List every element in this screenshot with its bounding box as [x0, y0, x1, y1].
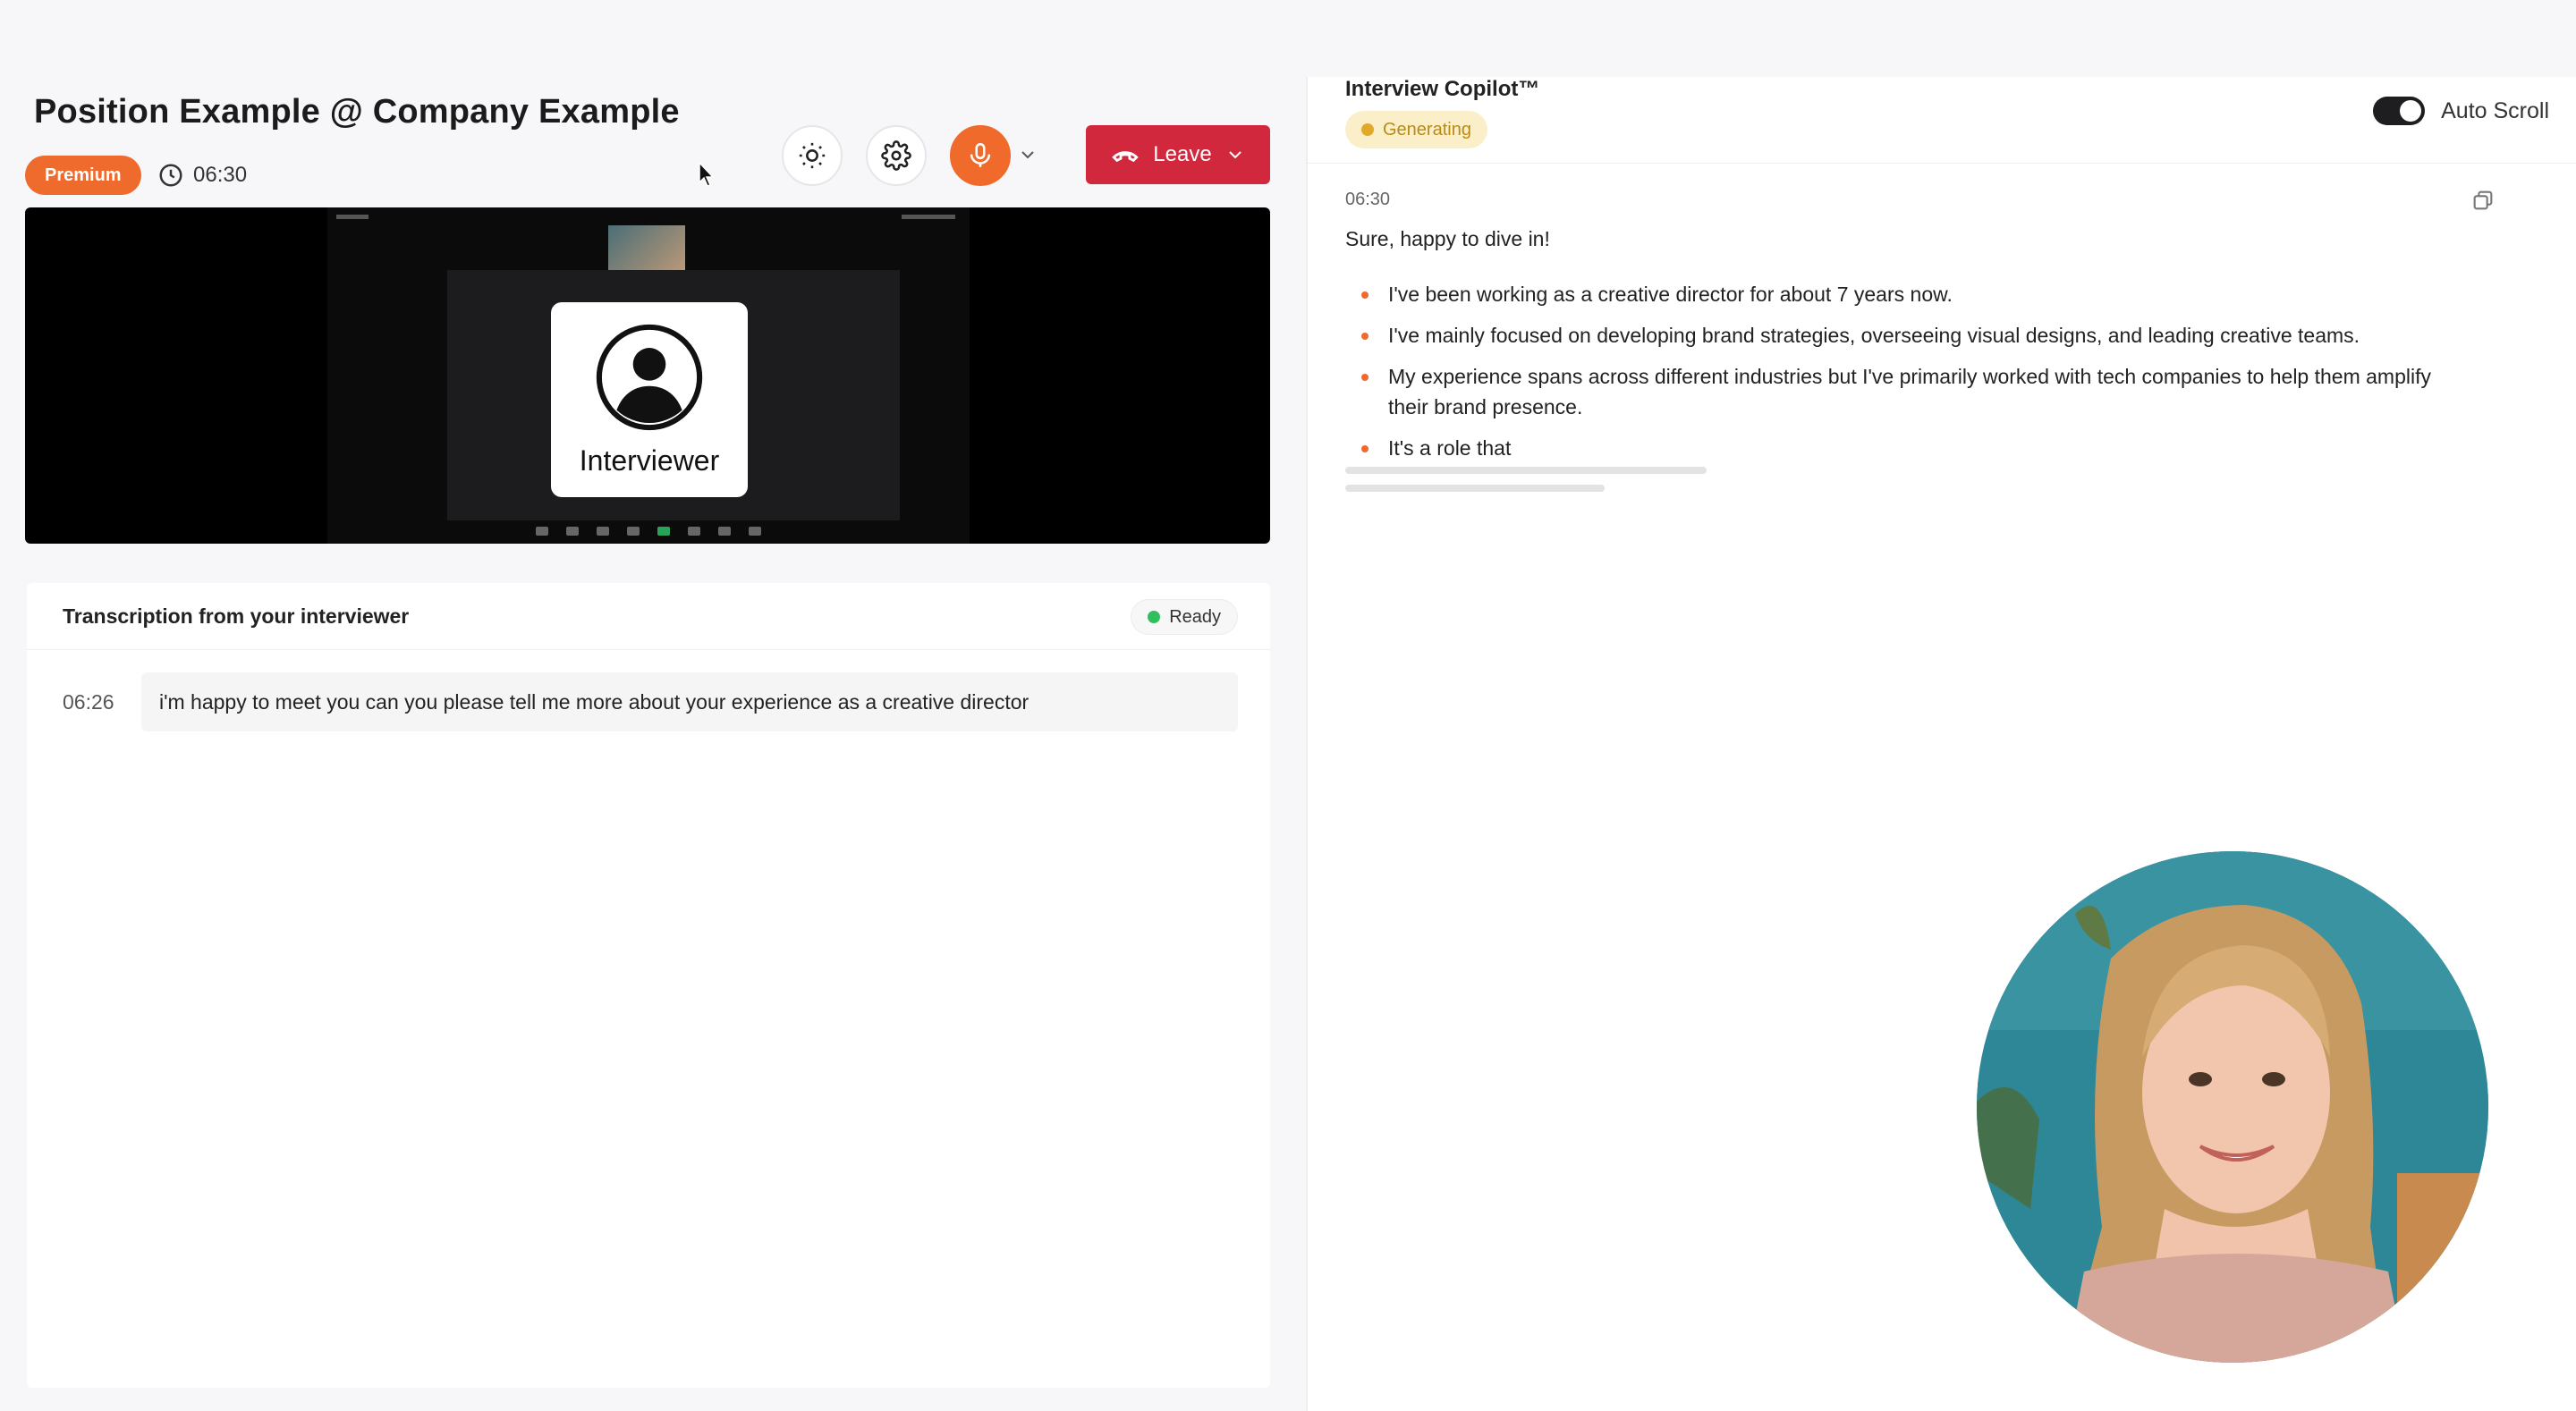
answer-time: 06:30	[1345, 190, 1391, 209]
microphone-icon	[970, 142, 991, 167]
leave-label: Leave	[1153, 142, 1212, 166]
loading-skeleton-line	[1345, 485, 1605, 492]
list-item: My experience spans across different ind…	[1345, 361, 2472, 422]
microphone-options-dropdown[interactable]	[1014, 141, 1041, 168]
auto-scroll-control[interactable]: Auto Scroll	[2373, 97, 2549, 125]
chevron-down-icon	[1228, 151, 1241, 159]
generating-badge: Generating	[1345, 111, 1487, 148]
webcam-preview	[1977, 851, 2488, 1363]
list-item: I've mainly focused on developing brand …	[1345, 320, 2472, 351]
reactions-icon	[718, 527, 731, 536]
status-badge: Ready	[1131, 599, 1238, 635]
share-screen-icon	[657, 527, 670, 536]
transcript-text: i'm happy to meet you can you please tel…	[141, 672, 1238, 731]
leave-button[interactable]: Leave	[1086, 125, 1270, 184]
copilot-title: Interview Copilot™	[1345, 77, 1540, 101]
interviewer-tile: Interviewer	[551, 302, 748, 497]
timer-value: 06:30	[193, 163, 248, 187]
answer-bullets: I've been working as a creative director…	[1345, 279, 2472, 474]
gear-icon	[881, 140, 911, 171]
chevron-down-icon	[1021, 151, 1034, 159]
interviewer-label: Interviewer	[579, 444, 720, 477]
page-title: Position Example @ Company Example	[34, 93, 680, 131]
video-icon	[566, 527, 579, 536]
mouse-cursor-icon	[699, 161, 715, 187]
transcript-entry: 06:26 i'm happy to meet you can you plea…	[63, 672, 1238, 731]
phone-hangup-icon	[1112, 151, 1140, 163]
auto-scroll-toggle[interactable]	[2373, 97, 2426, 125]
chat-icon	[627, 527, 640, 536]
session-timer: 06:30	[157, 159, 247, 191]
transcription-panel: Transcription from your interviewer Read…	[27, 583, 1270, 1388]
answer-intro: Sure, happy to dive in!	[1345, 227, 1550, 250]
apps-icon	[749, 527, 761, 536]
microphone-button[interactable]	[950, 125, 1011, 186]
list-item: It's a role that	[1345, 433, 2472, 463]
copy-icon[interactable]	[2470, 188, 2496, 213]
presenter-video-illustration	[1977, 851, 2488, 1363]
status-label: Ready	[1169, 606, 1221, 627]
generating-label: Generating	[1383, 119, 1471, 139]
transcription-title: Transcription from your interviewer	[63, 604, 410, 628]
sun-icon	[799, 142, 826, 169]
theme-toggle-button[interactable]	[782, 125, 843, 186]
meeting-toolbar	[329, 520, 968, 542]
divider	[1308, 163, 2576, 164]
meeting-window-titlebar	[336, 215, 955, 219]
participant-thumbnail	[608, 225, 685, 270]
record-icon	[688, 527, 700, 536]
list-item: I've been working as a creative director…	[1345, 279, 2472, 309]
clock-icon	[159, 164, 182, 187]
transcript-time: 06:26	[63, 689, 114, 714]
status-dot-icon	[1148, 611, 1161, 623]
generating-dot-icon	[1361, 123, 1374, 136]
settings-button[interactable]	[866, 125, 927, 186]
shared-screen-video: Interviewer	[25, 207, 1270, 544]
divider	[27, 649, 1270, 650]
mute-icon	[536, 527, 548, 536]
loading-skeleton-line	[1345, 467, 1707, 474]
auto-scroll-label: Auto Scroll	[2441, 97, 2549, 123]
premium-badge: Premium	[25, 156, 141, 195]
interview-panel: Position Example @ Company Example Premi…	[0, 0, 1304, 1411]
participants-icon	[597, 527, 609, 536]
user-avatar-icon	[596, 324, 703, 430]
